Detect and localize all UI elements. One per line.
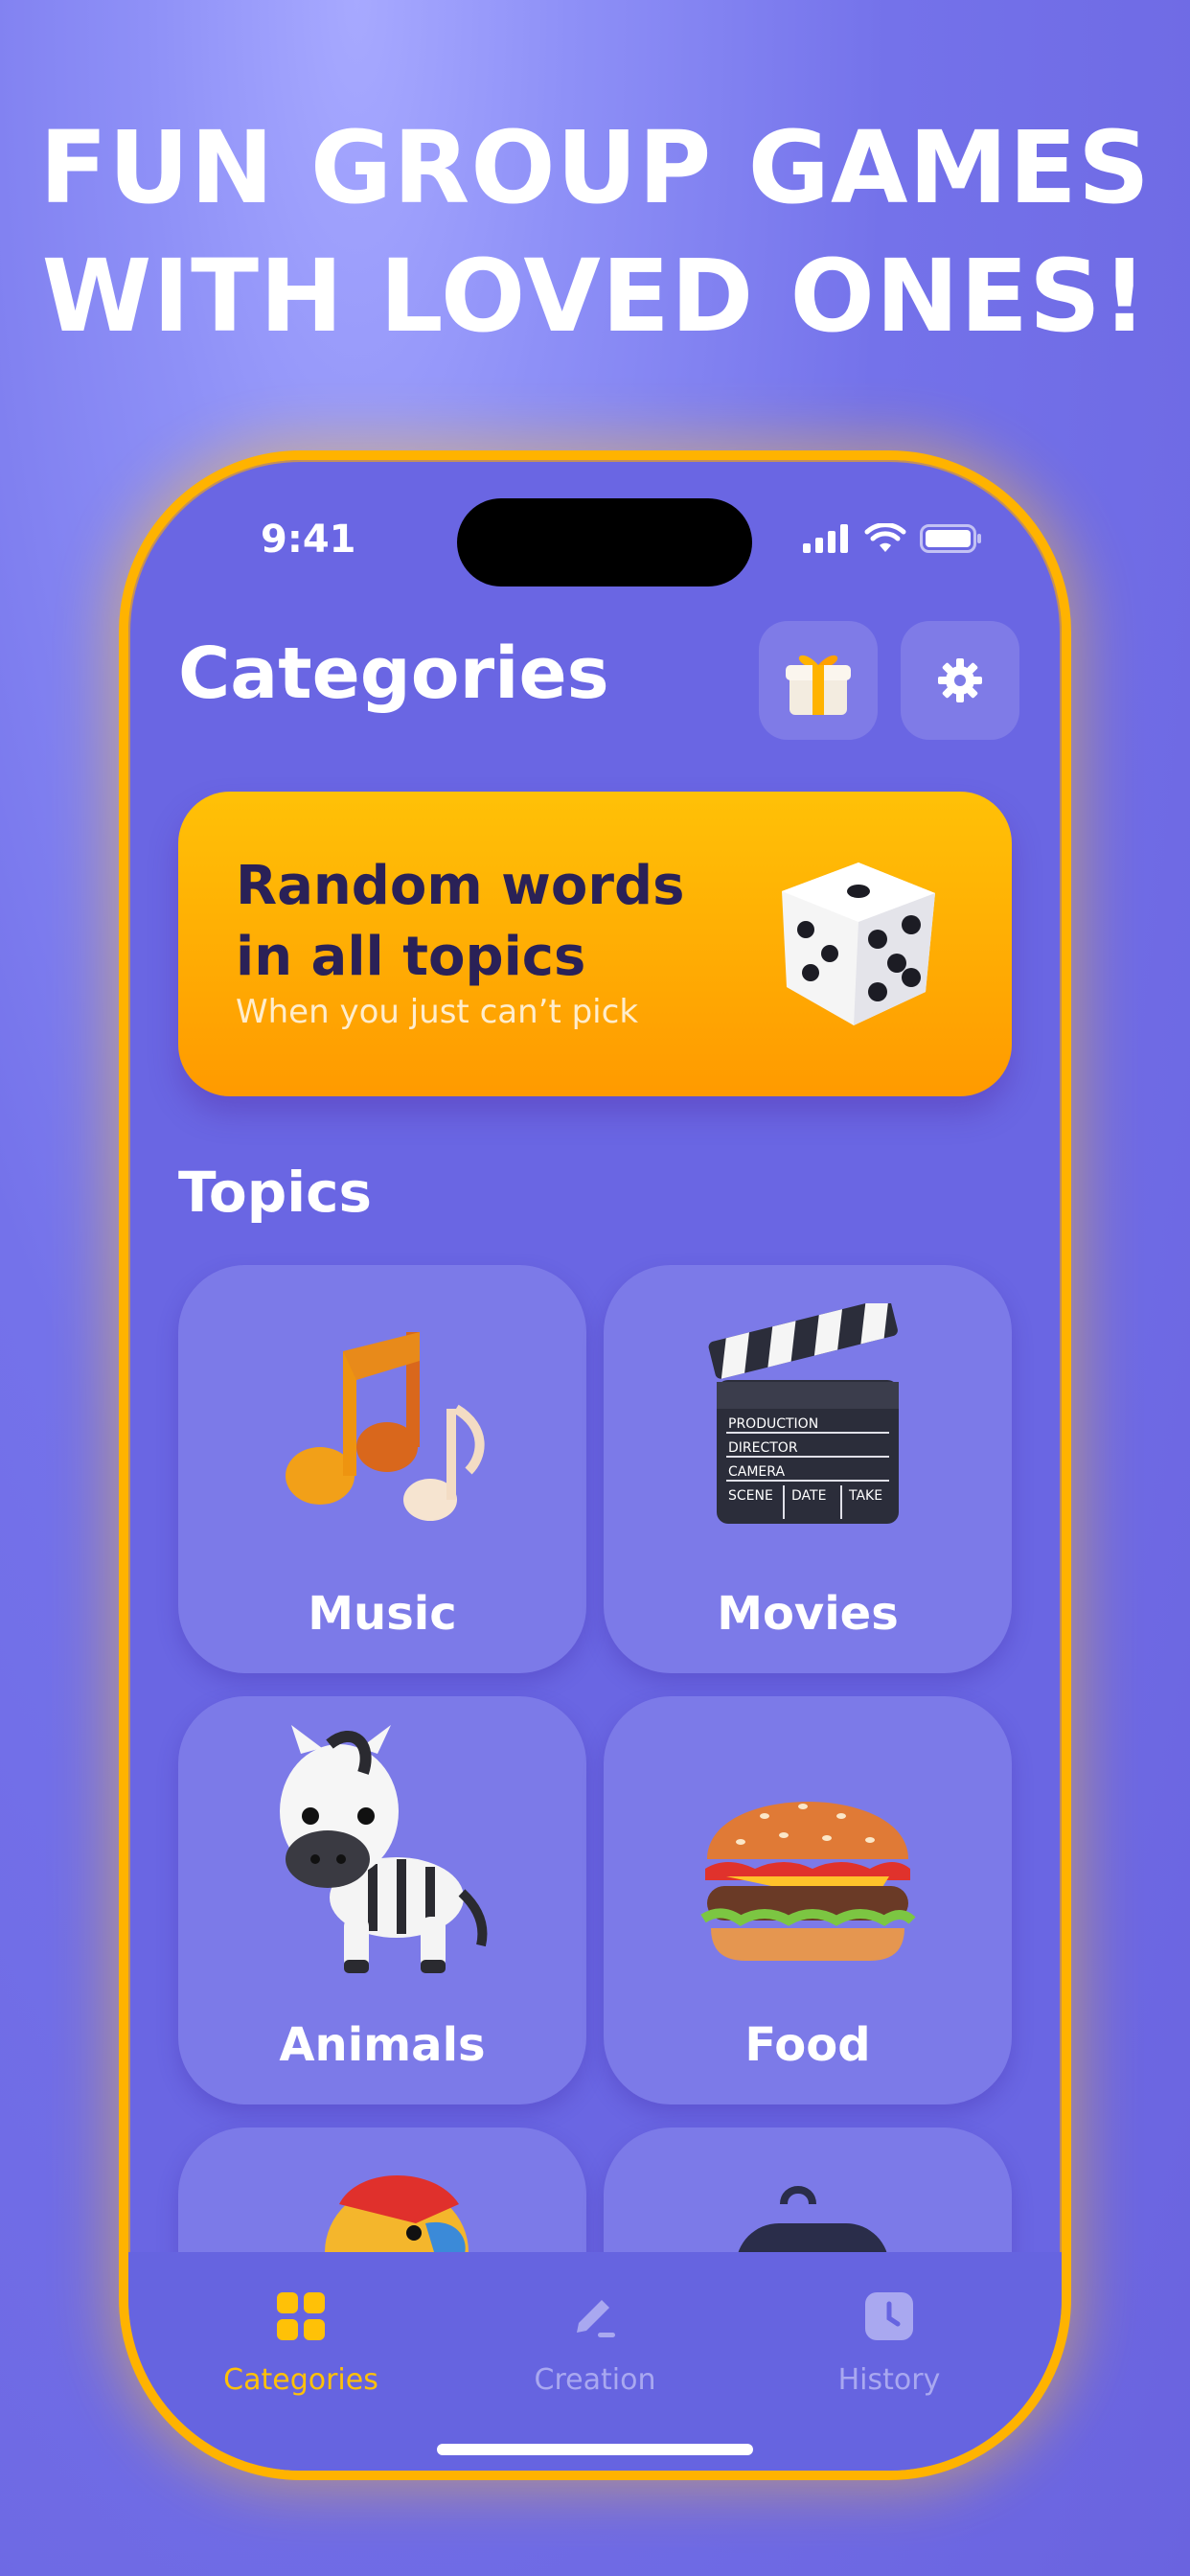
system-icons	[803, 523, 983, 554]
topic-card-food[interactable]: Food	[604, 1696, 1012, 2104]
tab-creation[interactable]: Creation	[451, 2290, 739, 2397]
settings-button[interactable]	[901, 621, 1019, 740]
tab-history[interactable]: History	[745, 2290, 1033, 2397]
pencil-icon	[577, 2300, 615, 2337]
clapper-camera: CAMERA	[728, 1464, 785, 1480]
clapper-date: DATE	[791, 1488, 826, 1504]
topics-heading: Topics	[178, 1160, 373, 1225]
promo-headline: FUN GROUP GAMES WITH LOVED ONES!	[0, 104, 1190, 360]
headline-line-1: FUN GROUP GAMES	[39, 109, 1151, 226]
topic-card-movies[interactable]: PRODUCTION DIRECTOR CAMERA SCENE DATE TA…	[604, 1265, 1012, 1673]
zebra-icon	[280, 1725, 488, 1973]
clapper-take: TAKE	[848, 1488, 882, 1504]
tab-bar: Categories Creation History	[128, 2252, 1062, 2471]
banner-subtitle: When you just can’t pick	[236, 993, 639, 1031]
topic-label: Movies	[717, 1587, 899, 1641]
battery-icon	[920, 524, 981, 553]
gift-button[interactable]	[759, 621, 878, 740]
banner-title: Random words in all topics	[236, 851, 684, 993]
clapper-scene: SCENE	[728, 1488, 773, 1504]
phone-frame: 9:41 Categories Random words in all topi…	[119, 450, 1071, 2480]
headline-line-2: WITH LOVED ONES!	[41, 238, 1149, 355]
clock-icon	[865, 2292, 913, 2340]
home-indicator	[437, 2444, 753, 2455]
tab-categories[interactable]: Categories	[157, 2290, 445, 2397]
topic-label: Music	[308, 1587, 457, 1641]
topic-label: Food	[744, 2018, 871, 2072]
banner-title-line-1: Random words	[236, 855, 685, 917]
tab-label: History	[837, 2363, 941, 2397]
burger-icon	[700, 1802, 916, 1961]
dice-icon	[782, 862, 935, 1025]
topic-card-animals[interactable]: Animals	[178, 1696, 586, 2104]
clapperboard-icon: PRODUCTION DIRECTOR CAMERA SCENE DATE TA…	[708, 1303, 899, 1524]
status-time: 9:41	[261, 518, 356, 562]
wifi-icon	[864, 523, 906, 552]
page-title: Categories	[178, 632, 609, 715]
signal-icon	[803, 524, 848, 553]
topic-card-music[interactable]: Music	[178, 1265, 586, 1673]
status-bar: 9:41	[128, 460, 1062, 604]
gear-icon	[938, 658, 982, 702]
topic-label: Animals	[279, 2018, 486, 2072]
random-words-banner[interactable]: Random words in all topics When you just…	[178, 792, 1012, 1096]
music-notes-icon	[286, 1332, 485, 1521]
grid-icon	[277, 2292, 325, 2340]
tab-label: Categories	[223, 2363, 378, 2397]
gift-icon	[786, 655, 851, 715]
clapper-production: PRODUCTION	[728, 1416, 818, 1432]
tab-label: Creation	[534, 2363, 656, 2397]
dynamic-island	[457, 498, 752, 586]
clapper-director: DIRECTOR	[728, 1440, 798, 1456]
banner-title-line-2: in all topics	[236, 926, 586, 988]
